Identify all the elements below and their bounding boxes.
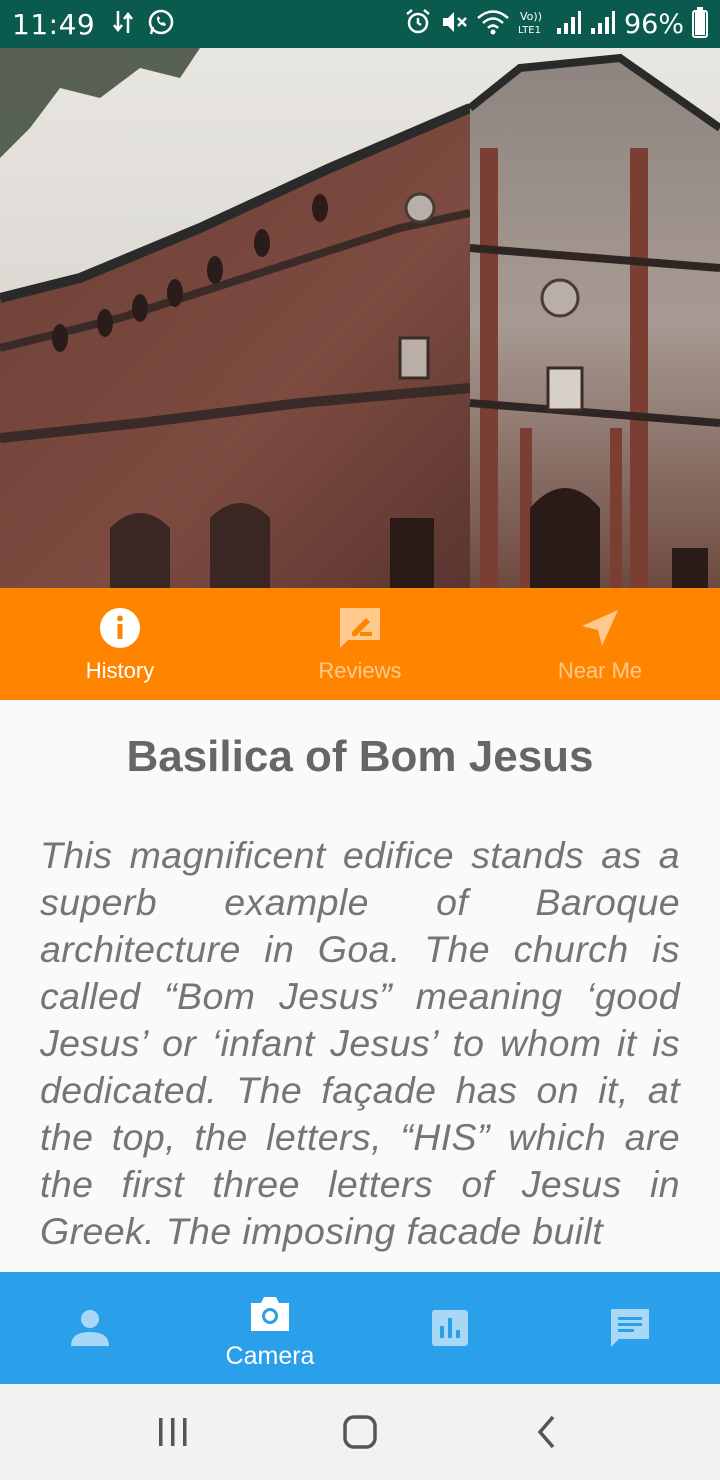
tab-reviews-label: Reviews <box>318 658 402 683</box>
home-icon <box>343 1415 377 1449</box>
status-bar: 11:49 Vo)) LTE1 96% <box>0 0 720 48</box>
back-icon <box>537 1415 554 1449</box>
bottom-navigation: Camera <box>0 1272 720 1384</box>
whatsapp-icon <box>147 8 175 41</box>
status-notification-icons <box>113 8 175 41</box>
history-content[interactable]: Basilica of Bom Jesus This magnificent e… <box>0 700 720 1272</box>
nav-chat[interactable] <box>540 1272 720 1384</box>
person-icon <box>66 1304 114 1352</box>
tab-history[interactable]: History <box>0 588 240 700</box>
nav-camera[interactable]: Camera <box>180 1272 360 1384</box>
system-navigation-bar <box>0 1384 720 1480</box>
nav-camera-label: Camera <box>225 1342 315 1370</box>
svg-text:LTE1: LTE1 <box>518 25 541 36</box>
recent-apps-button[interactable] <box>133 1402 213 1462</box>
tab-reviews[interactable]: Reviews <box>240 588 480 700</box>
camera-icon <box>246 1290 294 1338</box>
tab-near-me-label: Near Me <box>557 658 643 683</box>
info-icon <box>98 606 142 650</box>
svg-text:Vo)): Vo)) <box>520 10 542 23</box>
battery-level <box>695 11 705 35</box>
battery-icon <box>692 7 708 38</box>
status-right-group: Vo)) LTE1 96% <box>404 7 708 41</box>
navigation-arrow-icon <box>578 606 622 650</box>
volte-icon: Vo)) LTE1 <box>518 8 548 41</box>
mute-icon <box>440 8 468 41</box>
tab-near-me[interactable]: Near Me <box>480 588 720 700</box>
alarm-icon <box>404 8 432 41</box>
home-button[interactable] <box>320 1402 400 1462</box>
place-title: Basilica of Bom Jesus <box>126 732 594 781</box>
signal-icon-2 <box>590 8 616 41</box>
nav-profile[interactable] <box>0 1272 180 1384</box>
bar-chart-icon <box>426 1304 474 1352</box>
back-button[interactable] <box>507 1402 587 1462</box>
history-text: This magnificent edifice stands as a sup… <box>40 834 680 1252</box>
data-transfer-icon <box>113 9 134 40</box>
recent-apps-icon <box>159 1418 187 1446</box>
status-time: 11:49 <box>12 7 96 41</box>
church-photo <box>0 48 720 588</box>
tab-history-label: History <box>85 658 155 683</box>
nav-stats[interactable] <box>360 1272 540 1384</box>
detail-tabs: History Reviews Near Me <box>0 588 720 700</box>
review-edit-icon <box>338 606 382 650</box>
chat-icon <box>606 1304 654 1352</box>
battery-percent: 96% <box>623 8 684 40</box>
hero-image <box>0 48 720 588</box>
wifi-icon <box>476 8 510 41</box>
signal-icon <box>556 8 582 41</box>
